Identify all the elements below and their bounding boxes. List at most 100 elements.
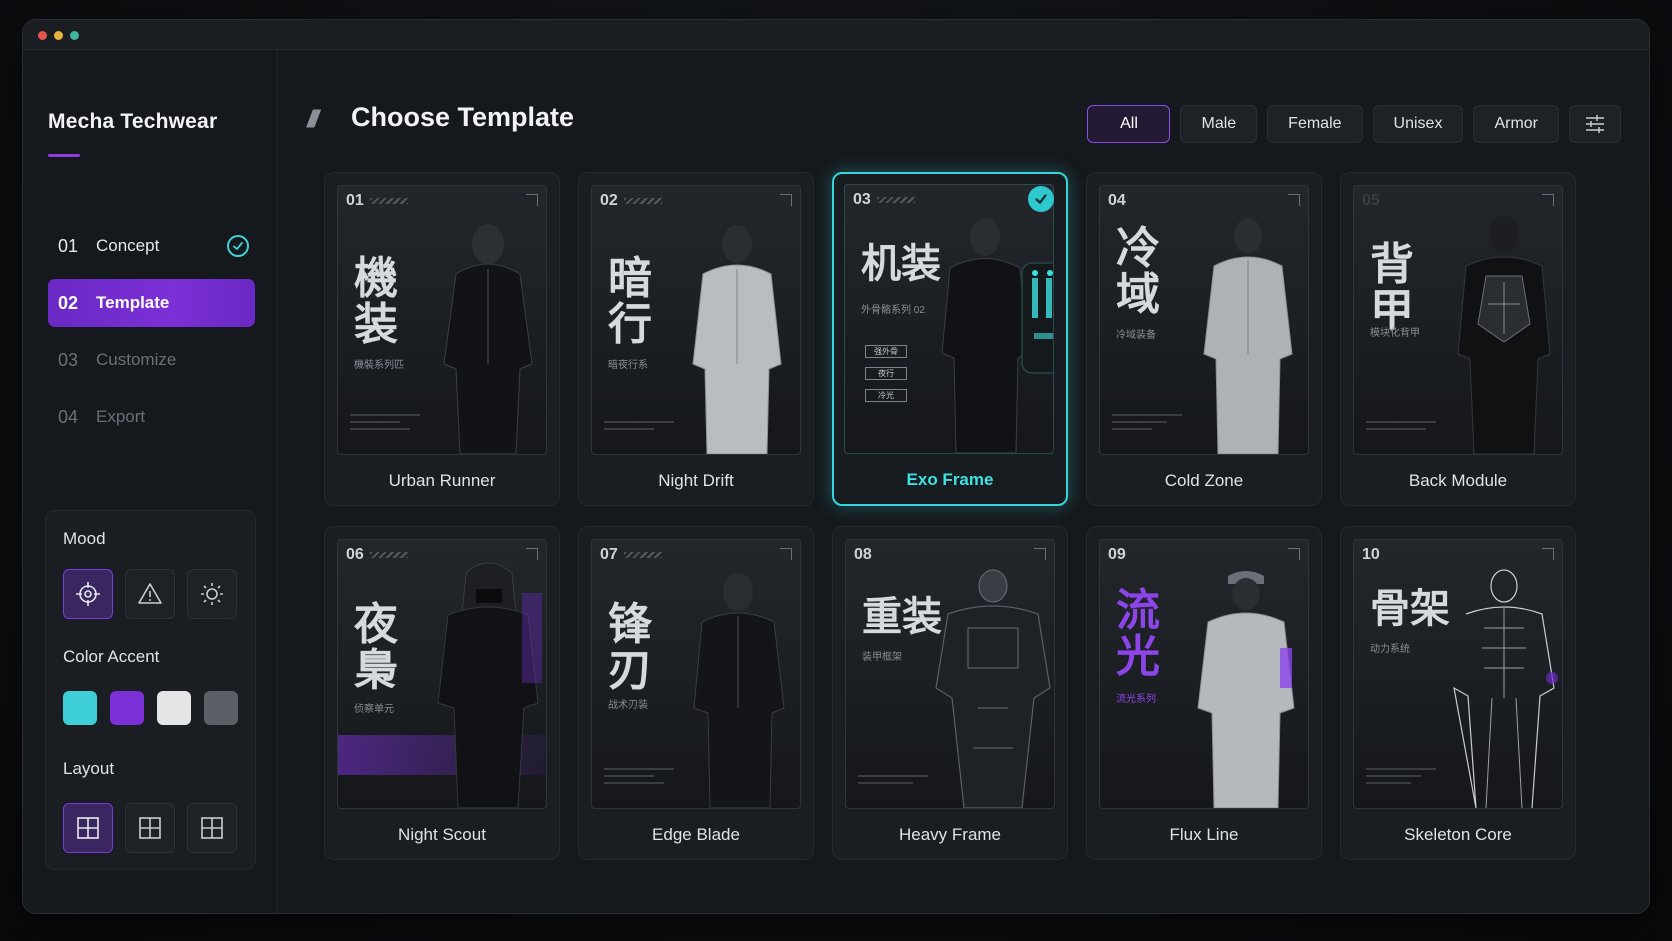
slashes-icon: /// xyxy=(307,106,319,133)
template-number: 03 xyxy=(853,191,915,209)
template-title: Night Drift xyxy=(658,471,734,490)
grid-icon xyxy=(139,817,161,839)
poster-subtitle: 侦察单元 xyxy=(354,704,394,715)
poster-subtitle: 冷域装备 xyxy=(1116,330,1156,341)
poster-subtitle: 流光系列 xyxy=(1116,694,1156,705)
poster-subtitle: 暗夜行系 xyxy=(608,360,648,371)
filter-armor[interactable]: Armor xyxy=(1473,105,1559,143)
options-panel: Mood Color Accent Layout xyxy=(45,510,256,870)
mood-label: Mood xyxy=(63,529,106,548)
template-poster: 03 机装 外骨骼系列 02 强外骨 夜行 冷光 xyxy=(844,184,1054,454)
filter-unisex[interactable]: Unisex xyxy=(1372,105,1464,143)
template-number: 08 xyxy=(854,546,872,563)
maximize-window-button[interactable] xyxy=(70,31,79,40)
template-title: Flux Line xyxy=(1169,825,1239,844)
template-card-back-module[interactable]: 05 背甲 模块化背甲 Back Module xyxy=(1340,172,1576,506)
poster-subtitle: 外骨骼系列 02 xyxy=(861,305,925,316)
mood-options xyxy=(63,569,237,619)
poster-cjk-title: 暗行 xyxy=(608,253,652,351)
check-circle-icon xyxy=(227,235,249,257)
figure-jacket-icon xyxy=(443,224,533,454)
poster-cjk-title: 流光 xyxy=(1116,585,1160,683)
template-number: 02 xyxy=(600,192,662,210)
selected-check-icon xyxy=(1028,186,1054,212)
poster-subtitle: 装甲框架 xyxy=(862,652,902,663)
template-poster: 04 冷域 冷域装备 xyxy=(1099,185,1309,455)
step-concept[interactable]: 01 Concept xyxy=(48,222,255,270)
template-number: 01 xyxy=(346,192,408,210)
swatch-cyan[interactable] xyxy=(63,691,97,725)
filter-bar: All Male Female Unisex Armor xyxy=(1087,105,1621,143)
figure-robot-icon xyxy=(935,569,1051,808)
figure-jacket-icon xyxy=(1203,218,1293,454)
step-number: 01 xyxy=(58,235,79,256)
template-number: 05 xyxy=(1362,192,1380,209)
swatch-gray[interactable] xyxy=(204,691,238,725)
mood-bright-button[interactable] xyxy=(187,569,237,619)
step-template[interactable]: 02 Template xyxy=(48,279,255,327)
swatch-white[interactable] xyxy=(157,691,191,725)
template-card-edge-blade[interactable]: 07 锋刃 战术刃装 Edge Blade xyxy=(578,526,814,860)
step-label: Concept xyxy=(96,236,160,255)
step-list: 01 Concept 02 Template 03 Customize 04 E… xyxy=(48,222,255,450)
close-window-button[interactable] xyxy=(38,31,47,40)
mood-warning-button[interactable] xyxy=(125,569,175,619)
filter-settings-button[interactable] xyxy=(1569,105,1621,143)
template-card-skeleton-core[interactable]: 10 骨架 动力系统 Skeleton Core xyxy=(1340,526,1576,860)
figure-jacket-icon xyxy=(692,225,782,454)
color-accent-label: Color Accent xyxy=(63,647,160,666)
template-title: Heavy Frame xyxy=(898,825,1002,844)
template-card-cold-zone[interactable]: 04 冷域 冷域装备 Cold Zone xyxy=(1086,172,1322,506)
mood-focus-button[interactable] xyxy=(63,569,113,619)
template-number: 06 xyxy=(346,546,408,564)
step-number: 04 xyxy=(58,406,79,427)
template-title: Exo Frame xyxy=(906,470,994,489)
step-number: 02 xyxy=(58,292,79,313)
filter-all[interactable]: All xyxy=(1087,105,1171,143)
sliders-icon xyxy=(1586,115,1604,133)
filter-male[interactable]: Male xyxy=(1180,105,1258,143)
layout-grid-button-2[interactable] xyxy=(125,803,175,853)
template-grid: 01 機装 機裝系列匹 Urban Runner 02 暗行 暗夜行系 Nigh… xyxy=(324,172,1576,860)
template-card-exo-frame[interactable]: 03 机装 外骨骼系列 02 强外骨 夜行 冷光 Exo Frame xyxy=(832,172,1068,506)
filter-female[interactable]: Female xyxy=(1267,105,1363,143)
template-card-flux-line[interactable]: 09 流光 流光系列 Flux Line xyxy=(1086,526,1322,860)
layout-options xyxy=(63,803,237,853)
template-number: 07 xyxy=(600,546,662,564)
template-title: Night Scout xyxy=(398,825,486,844)
template-poster: 05 背甲 模块化背甲 xyxy=(1353,185,1563,455)
poster-subtitle: 模块化背甲 xyxy=(1370,328,1420,339)
template-card-heavy-frame[interactable]: 08 重装 装甲框架 Heavy Frame xyxy=(832,526,1068,860)
poster-tag: 强外骨 xyxy=(865,345,907,358)
poster-cjk-title: 冷域 xyxy=(1116,223,1160,321)
layout-grid-button-1[interactable] xyxy=(63,803,113,853)
template-number: 09 xyxy=(1108,546,1126,563)
app-title: Mecha Techwear xyxy=(48,110,218,133)
step-export[interactable]: 04 Export xyxy=(48,393,255,441)
template-title: Back Module xyxy=(1408,471,1508,490)
template-poster: 01 機装 機裝系列匹 xyxy=(337,185,547,455)
figure-jacket-icon xyxy=(1197,571,1295,808)
app-window: Mecha Techwear 01 Concept 02 Template 03… xyxy=(22,19,1650,914)
color-swatches xyxy=(63,691,238,725)
layout-grid-button-3[interactable] xyxy=(187,803,237,853)
template-card-urban-runner[interactable]: 01 機装 機裝系列匹 Urban Runner xyxy=(324,172,560,506)
template-poster: 06 夜梟 侦察单元 xyxy=(337,539,547,809)
poster-cjk-title: 锋刃 xyxy=(608,599,652,697)
swatch-purple[interactable] xyxy=(110,691,144,725)
poster-tags: 强外骨 夜行 冷光 xyxy=(865,345,907,411)
figure-hooded-icon xyxy=(437,562,542,808)
template-poster: 09 流光 流光系列 xyxy=(1099,539,1309,809)
template-card-night-drift[interactable]: 02 暗行 暗夜行系 Night Drift xyxy=(578,172,814,506)
crosshair-icon xyxy=(76,582,100,606)
poster-subtitle: 战术刃装 xyxy=(608,700,648,711)
template-card-night-scout[interactable]: 06 夜梟 侦察单元 Night Scout xyxy=(324,526,560,860)
step-label: Export xyxy=(96,407,146,426)
grid-icon xyxy=(77,817,99,839)
figure-jacket-icon xyxy=(693,573,785,808)
minimize-window-button[interactable] xyxy=(54,31,63,40)
poster-cjk-title: 機装 xyxy=(354,253,398,351)
poster-cjk-title: 机装 xyxy=(861,241,941,287)
step-customize[interactable]: 03 Customize xyxy=(48,336,255,384)
template-title: Cold Zone xyxy=(1164,471,1244,490)
